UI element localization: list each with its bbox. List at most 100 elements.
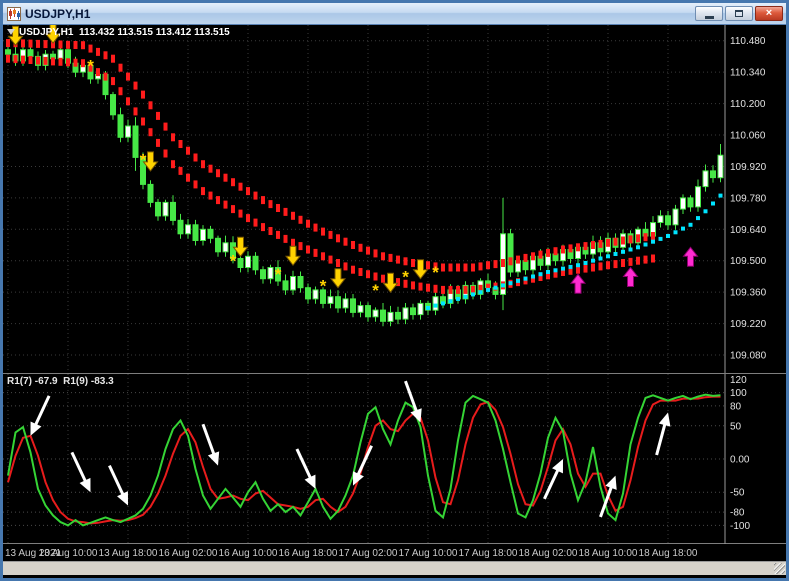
trend-arrow	[66, 450, 95, 495]
time-axis[interactable]: 13 Aug 202113 Aug 10:0013 Aug 18:0016 Au…	[3, 543, 786, 561]
candle	[133, 117, 138, 171]
time-axis-labels: 13 Aug 202113 Aug 10:0013 Aug 18:0016 Au…	[3, 544, 786, 562]
svg-text:13 Aug 10:00: 13 Aug 10:00	[39, 548, 98, 559]
candle	[253, 252, 258, 275]
candle	[148, 180, 153, 207]
sell-arrow	[384, 273, 398, 292]
sell-arrow	[331, 269, 345, 288]
sell-arrow	[414, 260, 428, 279]
minimize-button[interactable]	[695, 6, 723, 21]
svg-text:110.200: 110.200	[730, 99, 766, 110]
candle	[111, 92, 116, 120]
candle	[156, 199, 161, 221]
candle	[336, 290, 341, 313]
candle	[411, 304, 416, 320]
candle	[193, 220, 198, 246]
candle	[373, 307, 378, 321]
candle	[703, 165, 708, 192]
trend-arrow	[651, 411, 674, 457]
candle	[388, 306, 393, 326]
svg-text:110.340: 110.340	[730, 68, 766, 79]
candle	[306, 284, 311, 304]
svg-text:18 Aug 18:00: 18 Aug 18:00	[639, 548, 698, 559]
candle	[328, 290, 333, 309]
chart-shift-icon[interactable]	[7, 29, 15, 35]
svg-text:*: *	[432, 263, 439, 282]
svg-text:120: 120	[730, 375, 747, 386]
svg-text:*: *	[87, 56, 94, 75]
svg-text:17 Aug 18:00: 17 Aug 18:00	[459, 548, 518, 559]
svg-text:*: *	[275, 265, 282, 284]
titlebar[interactable]: USDJPY,H1 ×	[3, 3, 786, 25]
candle	[171, 195, 176, 225]
candle	[216, 236, 221, 257]
svg-text:*: *	[140, 151, 147, 170]
candle	[433, 290, 438, 316]
chart-window: USDJPY,H1 × 110.480110.340110.200110.060…	[0, 0, 789, 581]
window-title: USDJPY,H1	[25, 7, 693, 21]
svg-text:16 Aug 02:00: 16 Aug 02:00	[159, 548, 218, 559]
svg-text:0.00: 0.00	[730, 455, 750, 466]
restore-button[interactable]	[725, 6, 753, 21]
candle	[246, 251, 251, 272]
candle	[268, 265, 273, 284]
svg-text:110.480: 110.480	[730, 36, 766, 47]
trend-arrow	[25, 393, 54, 438]
ohlc-label: USDJPY,H1 113.432 113.515 113.412 113.51…	[19, 27, 230, 38]
svg-text:109.220: 109.220	[730, 319, 767, 330]
trend-arrow	[104, 463, 133, 508]
buy-arrow	[624, 268, 638, 287]
minimize-icon	[705, 16, 714, 19]
svg-text:109.360: 109.360	[730, 288, 767, 299]
svg-text:*: *	[230, 252, 237, 271]
candle	[358, 302, 363, 318]
candle	[673, 205, 678, 230]
indicator-label: R1(7) -67.9 R1(9) -83.3	[7, 376, 114, 387]
svg-text:109.780: 109.780	[730, 193, 767, 204]
trend-arrow	[348, 443, 377, 488]
svg-text:*: *	[402, 267, 409, 286]
restore-icon	[735, 10, 743, 17]
svg-text:16 Aug 10:00: 16 Aug 10:00	[219, 548, 278, 559]
candle	[396, 307, 401, 324]
candle	[711, 165, 716, 182]
indicator-chart[interactable]: 12010080500.00-50-80-100	[3, 374, 786, 544]
trend-arrow	[291, 446, 320, 491]
candle	[208, 226, 213, 243]
candle	[381, 303, 386, 326]
svg-text:18 Aug 10:00: 18 Aug 10:00	[579, 548, 638, 559]
indicator-pane: 12010080500.00-50-80-100 R1(7) -67.9 R1(…	[3, 373, 786, 543]
candle	[343, 293, 348, 313]
candle	[501, 198, 506, 310]
svg-text:109.640: 109.640	[730, 225, 767, 236]
candle	[223, 236, 228, 257]
trend-arrow	[400, 379, 426, 424]
candle	[118, 108, 123, 143]
svg-text:17 Aug 02:00: 17 Aug 02:00	[339, 548, 398, 559]
candle	[688, 195, 693, 212]
candle	[261, 266, 266, 283]
svg-text:100: 100	[730, 388, 747, 399]
buy-arrow	[684, 247, 698, 266]
svg-text:-80: -80	[730, 508, 745, 519]
svg-text:*: *	[372, 281, 379, 300]
svg-text:109.920: 109.920	[730, 162, 767, 173]
svg-text:18 Aug 02:00: 18 Aug 02:00	[519, 548, 578, 559]
svg-text:109.080: 109.080	[730, 351, 767, 362]
buy-arrow	[571, 274, 585, 293]
resize-grip-icon[interactable]	[774, 563, 785, 574]
price-pane: 110.480110.340110.200110.060109.920109.7…	[3, 25, 786, 373]
candle	[658, 210, 663, 227]
svg-text:16 Aug 18:00: 16 Aug 18:00	[279, 548, 338, 559]
svg-text:17 Aug 10:00: 17 Aug 10:00	[399, 548, 458, 559]
candle	[126, 120, 131, 143]
price-chart[interactable]: 110.480110.340110.200110.060109.920109.7…	[3, 25, 786, 373]
svg-text:13 Aug 18:00: 13 Aug 18:00	[99, 548, 158, 559]
close-button[interactable]: ×	[755, 6, 783, 21]
candle	[718, 144, 723, 182]
svg-text:-100: -100	[730, 521, 750, 532]
svg-text:80: 80	[730, 401, 742, 412]
candle	[201, 225, 206, 245]
candle	[508, 229, 513, 277]
bottom-strip	[3, 561, 786, 575]
